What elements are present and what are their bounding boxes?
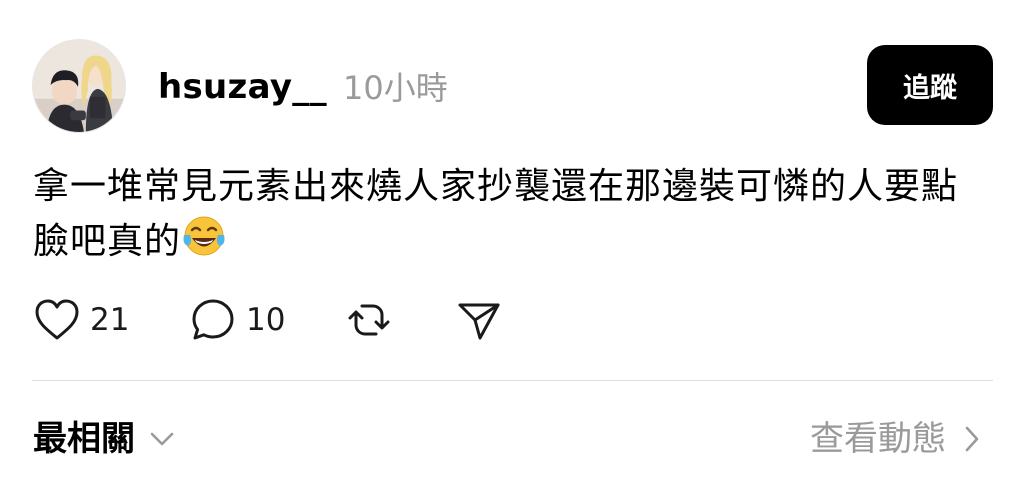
face-with-tears-of-joy-icon [183,216,225,256]
view-activity-label: 查看動態 [810,419,946,459]
like-count: 21 [90,302,130,338]
post-body: 拿一堆常見元素出來燒人家抄襲還在那邊裝可憐的人要點臉吧真的 [33,160,993,268]
send-icon [458,303,500,340]
avatar[interactable] [32,39,126,133]
view-activity-link[interactable]: 查看動態 [810,414,980,464]
share-button[interactable] [456,292,502,348]
follow-button[interactable]: 追蹤 [867,45,993,125]
sort-label: 最相關 [33,419,135,459]
heart-icon [35,299,79,340]
post-text: 拿一堆常見元素出來燒人家抄襲還在那邊裝可憐的人要點臉吧真的 [33,166,959,262]
avatar-illustration [33,40,125,132]
comment-count: 10 [246,302,286,338]
divider [32,380,993,381]
sort-dropdown[interactable]: 最相關 [33,414,175,464]
repost-icon [348,304,390,336]
like-button[interactable]: 21 [34,292,129,348]
username[interactable]: hsuzay__ [158,62,327,112]
chevron-down-icon [150,432,174,446]
repost-button[interactable] [346,292,392,348]
chevron-right-icon [965,426,979,452]
post-actions: 21 10 [0,292,600,348]
post-timestamp: 10小時 [343,69,448,107]
comment-bubble-icon [192,299,234,340]
comment-button[interactable]: 10 [190,292,285,348]
